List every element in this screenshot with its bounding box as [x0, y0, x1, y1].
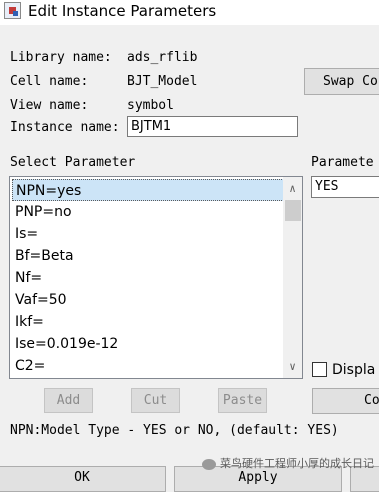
list-item[interactable]: NPN=yes: [12, 179, 284, 201]
instance-name-input[interactable]: BJTM1: [127, 116, 298, 137]
watermark: 菜鸟硬件工程师小厚的成长日记: [202, 455, 374, 471]
chat-bubble-icon: [202, 458, 216, 470]
parameter-listbox[interactable]: NPN=yes PNP=no Is= Bf=Beta Nf= Vaf=50 Ik…: [9, 176, 303, 379]
scroll-up-icon[interactable]: ∧: [283, 179, 302, 198]
list-item[interactable]: Nf=: [12, 267, 284, 289]
window-title: Edit Instance Parameters: [28, 2, 217, 20]
listbox-scrollbar[interactable]: ∧ ∨: [283, 177, 302, 378]
help-text: NPN:Model Type - YES or NO, (default: YE…: [10, 423, 339, 438]
view-name-value: symbol: [127, 98, 174, 113]
view-name-label: View name:: [10, 98, 89, 113]
library-name-label: Library name:: [10, 50, 112, 65]
title-bar: Edit Instance Parameters: [0, 0, 379, 25]
scroll-down-icon[interactable]: ∨: [283, 357, 302, 376]
paste-button[interactable]: Paste: [218, 388, 267, 413]
app-icon: [4, 2, 21, 19]
list-item[interactable]: Ikf=: [12, 311, 284, 333]
cell-name-label: Cell name:: [10, 74, 89, 89]
instance-name-label: Instance name:: [10, 120, 120, 135]
cut-button[interactable]: Cut: [131, 388, 180, 413]
component-options-button[interactable]: Co: [312, 388, 379, 414]
display-checkbox-label: Displa: [332, 362, 376, 378]
parameter-value-field[interactable]: YES: [311, 176, 379, 198]
list-item[interactable]: Bf=Beta: [12, 245, 284, 267]
list-item[interactable]: Vaf=50: [12, 289, 284, 311]
swap-component-button[interactable]: Swap Co: [304, 68, 379, 95]
ok-button[interactable]: OK: [0, 466, 166, 492]
list-item[interactable]: C2=: [12, 355, 284, 377]
select-parameter-label: Select Parameter: [10, 155, 136, 170]
library-name-value: ads_rflib: [127, 50, 198, 65]
list-item[interactable]: Ise=0.019e-12: [12, 333, 284, 355]
cell-name-value: BJT_Model: [127, 74, 198, 89]
display-checkbox[interactable]: [312, 362, 327, 377]
list-item[interactable]: PNP=no: [12, 201, 284, 223]
list-item[interactable]: Is=: [12, 223, 284, 245]
add-button[interactable]: Add: [44, 388, 93, 413]
parameter-entry-label: Paramete: [311, 155, 374, 170]
scroll-thumb[interactable]: [285, 200, 301, 221]
